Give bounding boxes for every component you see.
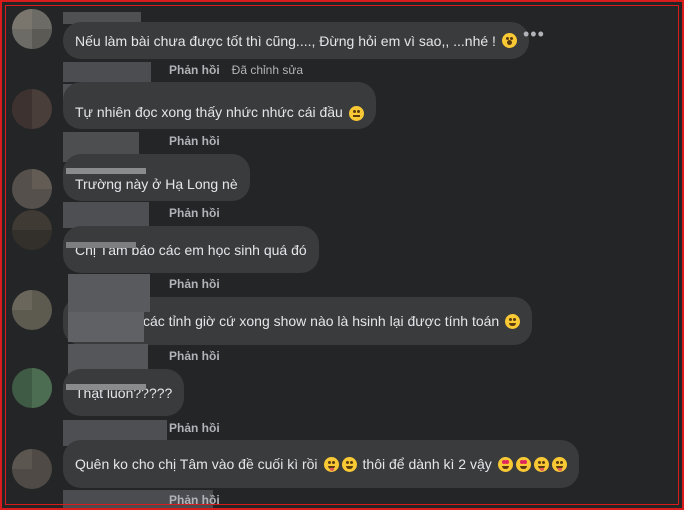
comment-bubble: Tự nhiên đọc xong thấy nhức nhức cái đầu [63, 82, 376, 129]
comment-text: Tự nhiên đọc xong thấy nhức nhức cái đầu [75, 104, 343, 120]
star-struck-icon [497, 456, 513, 472]
winking-face-with-tongue-icon [551, 456, 567, 472]
winking-face-with-tongue-icon [323, 456, 339, 472]
rolling-on-floor-laughing-icon [341, 456, 357, 472]
comment-text: Quên ko cho chị Tâm vào đề cuối kì rồi [75, 456, 318, 472]
winking-face-with-tongue-icon [533, 456, 549, 472]
comments-panel: Nếu làm bài chưa được tốt thì cũng...., … [0, 0, 684, 510]
face-with-hand-over-mouth-icon [501, 33, 517, 48]
comment-text-2: thôi để dành kì 2 vậy [362, 456, 492, 472]
more-horizontal-icon[interactable]: ••• [523, 25, 545, 43]
avatar[interactable] [12, 169, 52, 209]
comment-bubble: Thật luôn????? [63, 369, 185, 416]
flushed-face-icon [348, 106, 364, 121]
avatar[interactable] [12, 89, 52, 129]
reply-link[interactable]: Phản hồi [169, 134, 220, 148]
avatar[interactable] [12, 449, 52, 489]
avatar[interactable] [12, 210, 52, 250]
reply-link[interactable]: Phản hồi [169, 277, 220, 291]
comment-bubble: Quên ko cho chị Tâm vào đề cuối kì rồi t… [63, 440, 579, 488]
grinning-squinting-face-icon [505, 313, 521, 329]
reply-link[interactable]: Phản hồi [169, 206, 220, 220]
comment-text: Trường này ở Hạ Long nè [75, 176, 238, 192]
reply-link[interactable]: Phản hồi [169, 63, 220, 77]
avatar[interactable] [12, 368, 52, 408]
comment-bubble: Chị Tâm báo các em học sinh quá đó [63, 226, 319, 273]
reply-link[interactable]: Phản hồi [169, 349, 220, 363]
reply-link[interactable]: Phản hồi [169, 421, 220, 435]
edited-label: Đã chỉnh sửa [231, 63, 304, 77]
comment-text: các tỉnh giờ cứ xong show nào là hsinh l… [143, 313, 500, 329]
avatar[interactable] [12, 9, 52, 49]
star-struck-icon [515, 456, 531, 472]
comment-bubble: Nếu làm bài chưa được tốt thì cũng...., … [63, 22, 529, 59]
comment-bubble: Trường này ở Hạ Long nè [63, 154, 250, 201]
reply-link[interactable]: Phản hồi [169, 493, 220, 507]
comment-text: Nếu làm bài chưa được tốt thì cũng...., … [75, 32, 496, 49]
avatar[interactable] [12, 290, 52, 330]
